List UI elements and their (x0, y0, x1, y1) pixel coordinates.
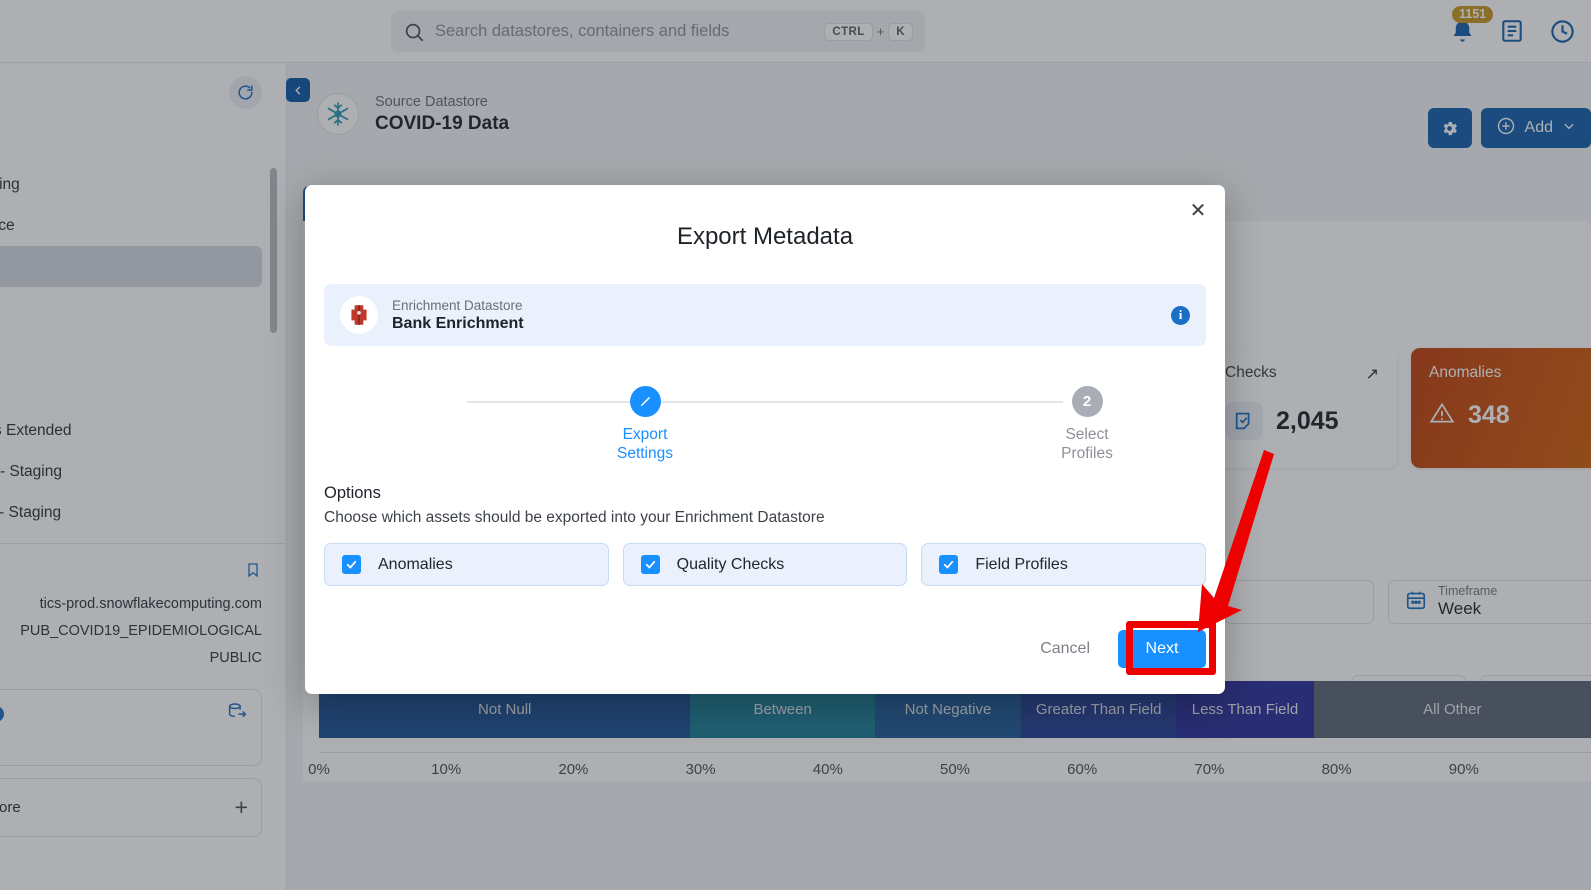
pencil-icon (629, 386, 661, 417)
database-icon (340, 296, 378, 334)
dialog-title: Export Metadata (676, 223, 854, 250)
export-metadata-dialog: ✕ Export Metadata Enrichment Datastore B… (305, 185, 1225, 694)
options-row: Anomalies Quality Checks Field Profiles (324, 543, 1207, 586)
next-button[interactable]: Next (1118, 630, 1206, 668)
option-toggle[interactable]: Anomalies (324, 543, 609, 586)
step2-marker: 2 (1071, 386, 1103, 417)
screen-root: Source Datastore COVID-19 Data Add Check… (0, 0, 1591, 890)
checkbox-checked-icon[interactable] (342, 555, 361, 574)
stepper-connector (467, 401, 1063, 403)
step-export-settings[interactable]: Export Settings (585, 386, 705, 463)
banner-title: Bank Enrichment (392, 314, 524, 332)
step2-line1: Select (1065, 426, 1109, 443)
enrichment-datastore-banner: Enrichment Datastore Bank Enrichment i (324, 284, 1206, 346)
option-label: Field Profiles (975, 555, 1068, 573)
dialog-footer: Cancel Next (1030, 630, 1206, 668)
options-subtitle: Choose which assets should be exported i… (324, 509, 825, 526)
step-select-profiles[interactable]: 2 Select Profiles (1027, 386, 1147, 463)
info-icon[interactable]: i (1171, 305, 1190, 325)
option-label: Quality Checks (676, 555, 785, 573)
step1-line2: Settings (616, 444, 673, 462)
step2-line2: Profiles (1061, 444, 1113, 462)
close-icon[interactable]: ✕ (1185, 198, 1211, 224)
options-header: Options Choose which assets should be ex… (324, 484, 1206, 527)
option-toggle[interactable]: Field Profiles (921, 543, 1207, 586)
wizard-stepper: Export Settings 2 Select Profiles (405, 386, 1125, 466)
banner-kicker: Enrichment Datastore (392, 297, 523, 313)
checkbox-checked-icon[interactable] (640, 555, 660, 574)
option-toggle[interactable]: Quality Checks (622, 543, 908, 586)
step1-line1: Export (622, 426, 668, 443)
option-label: Anomalies (378, 555, 453, 573)
options-title: Options (324, 484, 381, 502)
cancel-button[interactable]: Cancel (1030, 640, 1100, 658)
checkbox-checked-icon[interactable] (939, 555, 959, 574)
